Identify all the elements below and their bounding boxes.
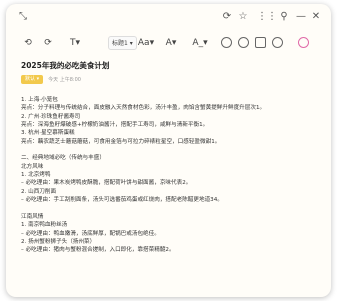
body-line: – 必吃理由：手工刮削面条，汤头可选番茄鸡蛋或红烧肉，搭配老陈醋更地道34。 (21, 197, 223, 204)
info-icon[interactable] (272, 37, 283, 48)
body-line: 3. 杭州·星空慕斯蛋糕 (21, 130, 75, 137)
undo-icon[interactable]: ⟲ (22, 36, 34, 50)
body-line: 亮点：分子料理与传统结合，面皮融入天然食材色彩，汤汁丰盈，肉馅含蟹黄提鲜升鲜度升… (21, 105, 266, 112)
note-body[interactable]: 1. 上海·小笼包 亮点：分子料理与传统结合，面皮融入天然食材色彩，汤汁丰盈，肉… (21, 96, 321, 255)
star-icon[interactable]: ☆ (236, 10, 250, 24)
font-size-label: Aa (137, 38, 150, 48)
redo-icon[interactable]: ⟳ (42, 36, 54, 50)
refresh-icon[interactable]: ⟳ (220, 10, 234, 24)
body-line: 北方风味 (21, 163, 44, 170)
title-bar: ⤡ ⟳ ☆ ⋮⋮ ⚲ — ✕ (6, 4, 331, 30)
body-line: 1. 北京烤鸭 (21, 172, 51, 179)
formatting-toolbar: ⟲ ⟳ 𝖳▾ 标题1 ▾ Aa▾ A▾ A_▾ (6, 32, 331, 54)
heading-label: 标题1 (112, 40, 128, 47)
body-line: 2. 广州·珍珠鱼籽酱寿司 (21, 113, 81, 120)
collapse-icon[interactable]: ⤡ (16, 10, 30, 24)
text-style-dropdown[interactable]: A▾ (162, 36, 180, 50)
body-line: 1. 南京鸭血粉丝汤 (21, 222, 68, 229)
clock-icon[interactable] (238, 37, 249, 48)
body-line: 2. 山西刀削面 (21, 188, 57, 195)
image-icon[interactable] (255, 37, 266, 48)
body-line: – 必吃理由：果木炭烤鸭皮酥脆，搭配荷叶饼与甜面酱，京味代表2。 (21, 180, 192, 187)
body-line: – 必吃理由：猪肉与蟹粉混合搓制，入口即化，靠搭菜精髓2。 (21, 247, 175, 254)
close-button[interactable]: ✕ (309, 10, 323, 24)
body-line: 2. 扬州蟹粉狮子头（扬州菜） (21, 238, 96, 245)
pin-icon[interactable]: ⚲ (277, 10, 291, 24)
body-line: – 必吃理由：鸭血嫩滑，汤底鲜厚，配锅巴或汤包绝佳。 (21, 230, 160, 237)
format-painter-icon[interactable]: 𝖳▾ (64, 36, 86, 50)
body-line: 二、经典地域必吃（传统与丰盛） (21, 155, 105, 162)
body-line: 亮点：深海鱼籽爆破感+柠檬奶油酱汁，搭配手工寿司，咸鲜与清新平衡1。 (21, 122, 209, 129)
body-line: 亮点：藕农蔬芝士蘑菇蘑菇，可食用金箔与可拉力碎裱粒星空，口感轻盈微甜1。 (21, 138, 221, 145)
note-meta: 默认 ▾ 今天 上午8:00 (21, 74, 321, 84)
more-icon[interactable]: ⋮⋮ (257, 10, 277, 24)
note-editor[interactable]: 2025年我的必吃美食计划 默认 ▾ 今天 上午8:00 1. 上海·小笼包 亮… (21, 61, 321, 255)
checklist-icon[interactable] (221, 37, 232, 48)
note-timestamp: 今天 上午8:00 (48, 76, 81, 83)
notes-window: ⤡ ⟳ ☆ ⋮⋮ ⚲ — ✕ ⟲ ⟳ 𝖳▾ 标题1 ▾ Aa▾ A▾ A_▾ 2… (6, 4, 331, 297)
category-label: 默认 (25, 75, 36, 82)
heading-dropdown[interactable]: 标题1 ▾ (108, 36, 137, 50)
ai-assistant-icon[interactable] (298, 37, 309, 48)
minimize-button[interactable]: — (294, 10, 308, 24)
note-title[interactable]: 2025年我的必吃美食计划 (21, 61, 321, 71)
body-line: 江南风情 (21, 213, 44, 220)
text-color-label: A (192, 38, 199, 48)
text-color-dropdown[interactable]: A_▾ (190, 36, 210, 50)
body-line: 1. 上海·小笼包 (21, 97, 58, 103)
category-badge[interactable]: 默认 ▾ (21, 74, 44, 84)
font-size-dropdown[interactable]: Aa▾ (136, 36, 156, 50)
